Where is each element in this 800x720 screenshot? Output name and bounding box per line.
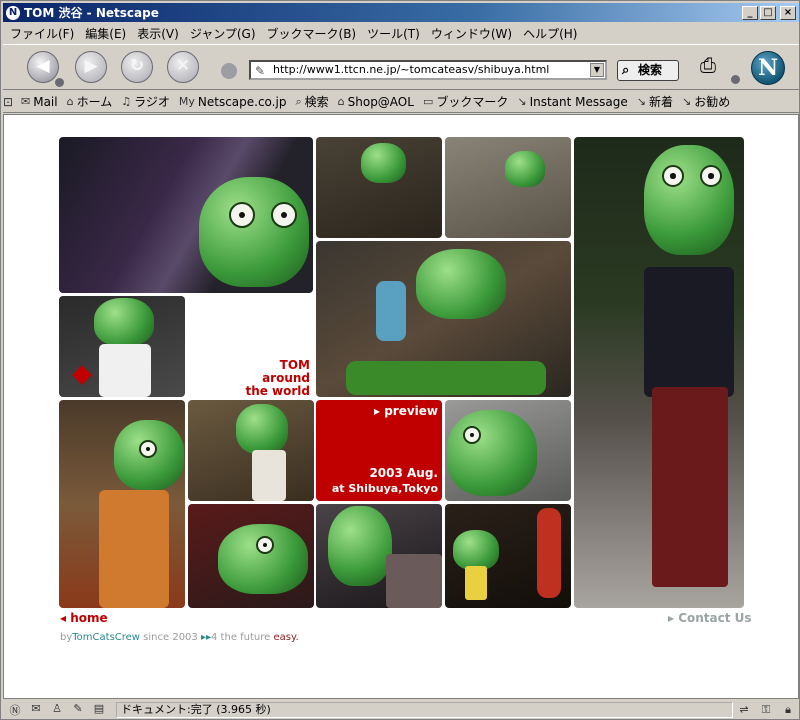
search-icon: ⌕: [295, 94, 302, 108]
toolbar-item-mail[interactable]: ✉ Mail: [21, 95, 58, 109]
menu-view[interactable]: 表示(V): [134, 25, 187, 42]
page-icon: ✎: [255, 64, 266, 78]
print-dropdown-icon[interactable]: [731, 75, 740, 84]
netscape-icon[interactable]: Ⓝ: [6, 702, 24, 717]
photo-tile: [445, 400, 571, 501]
url-field[interactable]: ✎ http://www1.ttcn.ne.jp/~tomcateasv/shi…: [249, 60, 607, 80]
menu-bookmarks[interactable]: ブックマーク(B): [264, 25, 365, 42]
menu-help[interactable]: ヘルプ(H): [520, 25, 585, 42]
photo-tile: [316, 504, 442, 608]
stop-button[interactable]: ✕: [167, 51, 199, 83]
search-button-label: 検索: [638, 63, 663, 77]
aim-icon[interactable]: ♙: [48, 702, 66, 717]
bookmark-icon: ↘: [636, 95, 646, 108]
address-book-icon[interactable]: ▤: [90, 702, 108, 717]
menu-file[interactable]: ファイル(F): [7, 25, 82, 42]
credits: byTomCatsCrew since 2003 ▸▸4 the future …: [60, 632, 299, 643]
close-button[interactable]: ×: [780, 5, 796, 20]
menu-edit[interactable]: 編集(E): [82, 25, 134, 42]
bookmark-icon: ↘: [682, 95, 692, 108]
home-link[interactable]: ◂ home: [60, 611, 108, 625]
menu-go[interactable]: ジャンプ(G): [187, 25, 264, 42]
toolbar-item-radio[interactable]: ♫ ラジオ: [121, 93, 170, 110]
status-bar: Ⓝ ✉ ♙ ✎ ▤ ドキュメント:完了 (3.965 秒) ⇌ ⚿ 🔒︎: [3, 700, 799, 719]
tagline: TOM around the world: [245, 358, 310, 398]
photo-tile: [188, 400, 314, 501]
preview-link[interactable]: ▸ preview: [374, 404, 438, 418]
toolbar-item-instant-message[interactable]: ↘ Instant Message: [517, 95, 627, 109]
lock-icon[interactable]: 🔒︎: [779, 703, 797, 717]
toolbar-item-netscape[interactable]: My Netscape.co.jp: [179, 95, 287, 109]
forward-button[interactable]: ▶: [75, 51, 107, 83]
search-button[interactable]: ⌕ 検索: [617, 60, 679, 81]
photo-tile: [445, 504, 571, 608]
netscape-icon: N: [6, 5, 20, 20]
toolbar-item-new[interactable]: ↘ 新着: [637, 93, 673, 110]
contact-link[interactable]: ▸ Contact Us: [668, 611, 752, 625]
history-dropdown-icon[interactable]: [221, 63, 237, 79]
photo-tile: [59, 137, 313, 293]
security-icon[interactable]: ⚿: [757, 703, 775, 717]
menu-bar: ファイル(F) 編集(E) 表示(V) ジャンプ(G) ブックマーク(B) ツー…: [3, 23, 799, 43]
back-dropdown-icon[interactable]: [55, 78, 64, 87]
folder-icon: ▭: [422, 95, 434, 108]
netscape-logo[interactable]: N: [751, 51, 785, 85]
menu-window[interactable]: ウィンドウ(W): [428, 25, 520, 42]
menu-tools[interactable]: ツール(T): [364, 25, 428, 42]
preview-panel[interactable]: ▸ preview 2003 Aug. at Shibuya,Tokyo: [316, 400, 442, 501]
bookmark-icon: ↘: [517, 95, 527, 108]
window-title: TOM 渋谷 - Netscape: [24, 6, 159, 20]
connection-icon: ⇌: [739, 703, 749, 716]
composer-icon[interactable]: ✎: [69, 702, 87, 717]
personal-toolbar: ⊡ ✉ Mail ⌂ ホーム ♫ ラジオ My Netscape.co.jp ⌕ 検索 ⌂…: [3, 91, 799, 113]
toolbar-item-home[interactable]: ⌂ ホーム: [67, 93, 113, 110]
mail-icon: ✉: [21, 95, 31, 108]
shop-icon: ⌂: [337, 95, 345, 108]
navigation-toolbar: ◀ ▶ ↻ ✕ ✎ http://www1.ttcn.ne.jp/~tomcat…: [3, 44, 799, 90]
minimize-button[interactable]: _: [742, 5, 758, 20]
browser-window: N TOM 渋谷 - Netscape _ □ × ファイル(F) 編集(E) …: [0, 0, 800, 720]
magnifier-icon: ⌕: [622, 63, 630, 78]
title-bar: N TOM 渋谷 - Netscape _ □ ×: [3, 3, 799, 22]
reload-button[interactable]: ↻: [121, 51, 153, 83]
event-place: at Shibuya,Tokyo: [331, 482, 438, 495]
back-button[interactable]: ◀: [27, 51, 59, 83]
photo-tile: [574, 137, 744, 608]
url-text: http://www1.ttcn.ne.jp/~tomcateasv/shibu…: [273, 63, 550, 76]
toolbar-item-search[interactable]: ⌕ 検索: [295, 93, 328, 110]
crew-link[interactable]: TomCatsCrew: [72, 632, 140, 643]
event-date: 2003 Aug.: [369, 466, 438, 480]
radio-icon: ♫: [121, 95, 132, 108]
mail-icon[interactable]: ✉: [27, 702, 45, 717]
photo-tile: [316, 241, 571, 397]
photo-tile: [445, 137, 571, 238]
photo-tile: [59, 400, 185, 608]
photo-tile: [188, 504, 314, 608]
my-icon: My: [178, 95, 195, 108]
toolbar-item-bookmarks[interactable]: ▭ ブックマーク: [423, 93, 508, 110]
home-icon: ⌂: [66, 95, 74, 108]
status-text: ドキュメント:完了 (3.965 秒): [116, 701, 733, 718]
page-content: TOM around the world ▸ preview 2003 Aug.…: [3, 114, 799, 699]
toolbar-item-shop[interactable]: ⌂ Shop@AOL: [338, 95, 414, 109]
photo-tile: [316, 137, 442, 238]
url-dropdown-icon[interactable]: ▼: [590, 63, 604, 77]
toolbar-grip-icon[interactable]: ⊡: [3, 95, 15, 109]
photo-tile: [59, 296, 185, 397]
print-icon[interactable]: ⎙: [700, 53, 730, 77]
maximize-button[interactable]: □: [760, 5, 776, 20]
toolbar-item-recommended[interactable]: ↘ お勧め: [682, 93, 730, 110]
